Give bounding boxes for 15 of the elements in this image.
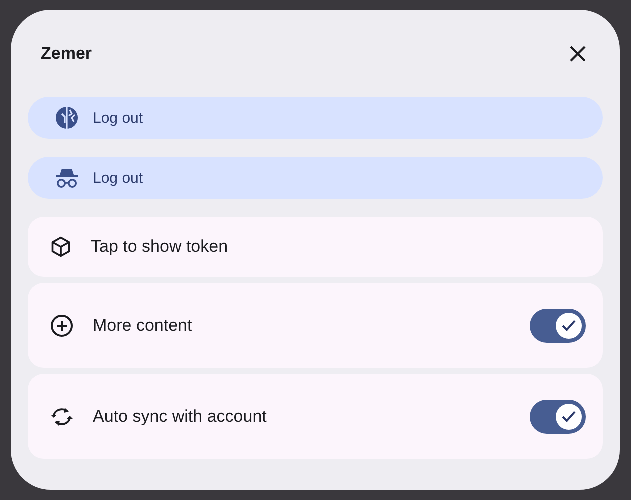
incognito-icon (55, 167, 79, 189)
check-icon (562, 410, 576, 422)
logout-button[interactable]: Log out (28, 157, 603, 199)
add-circle-icon (50, 314, 74, 338)
setting-item[interactable]: Tap to show token (50, 236, 228, 258)
setting-item[interactable]: More content (50, 314, 192, 338)
toggle-switch[interactable] (530, 400, 586, 434)
toggle-switch[interactable] (530, 308, 586, 342)
cube-icon (50, 236, 72, 258)
logout-button[interactable]: Log out (28, 97, 603, 139)
dialog-title: Zemer (41, 44, 92, 64)
setting-item[interactable]: Auto sync with account (50, 406, 267, 426)
check-icon (562, 320, 576, 332)
close-icon (569, 44, 587, 62)
sync-icon (50, 406, 74, 426)
